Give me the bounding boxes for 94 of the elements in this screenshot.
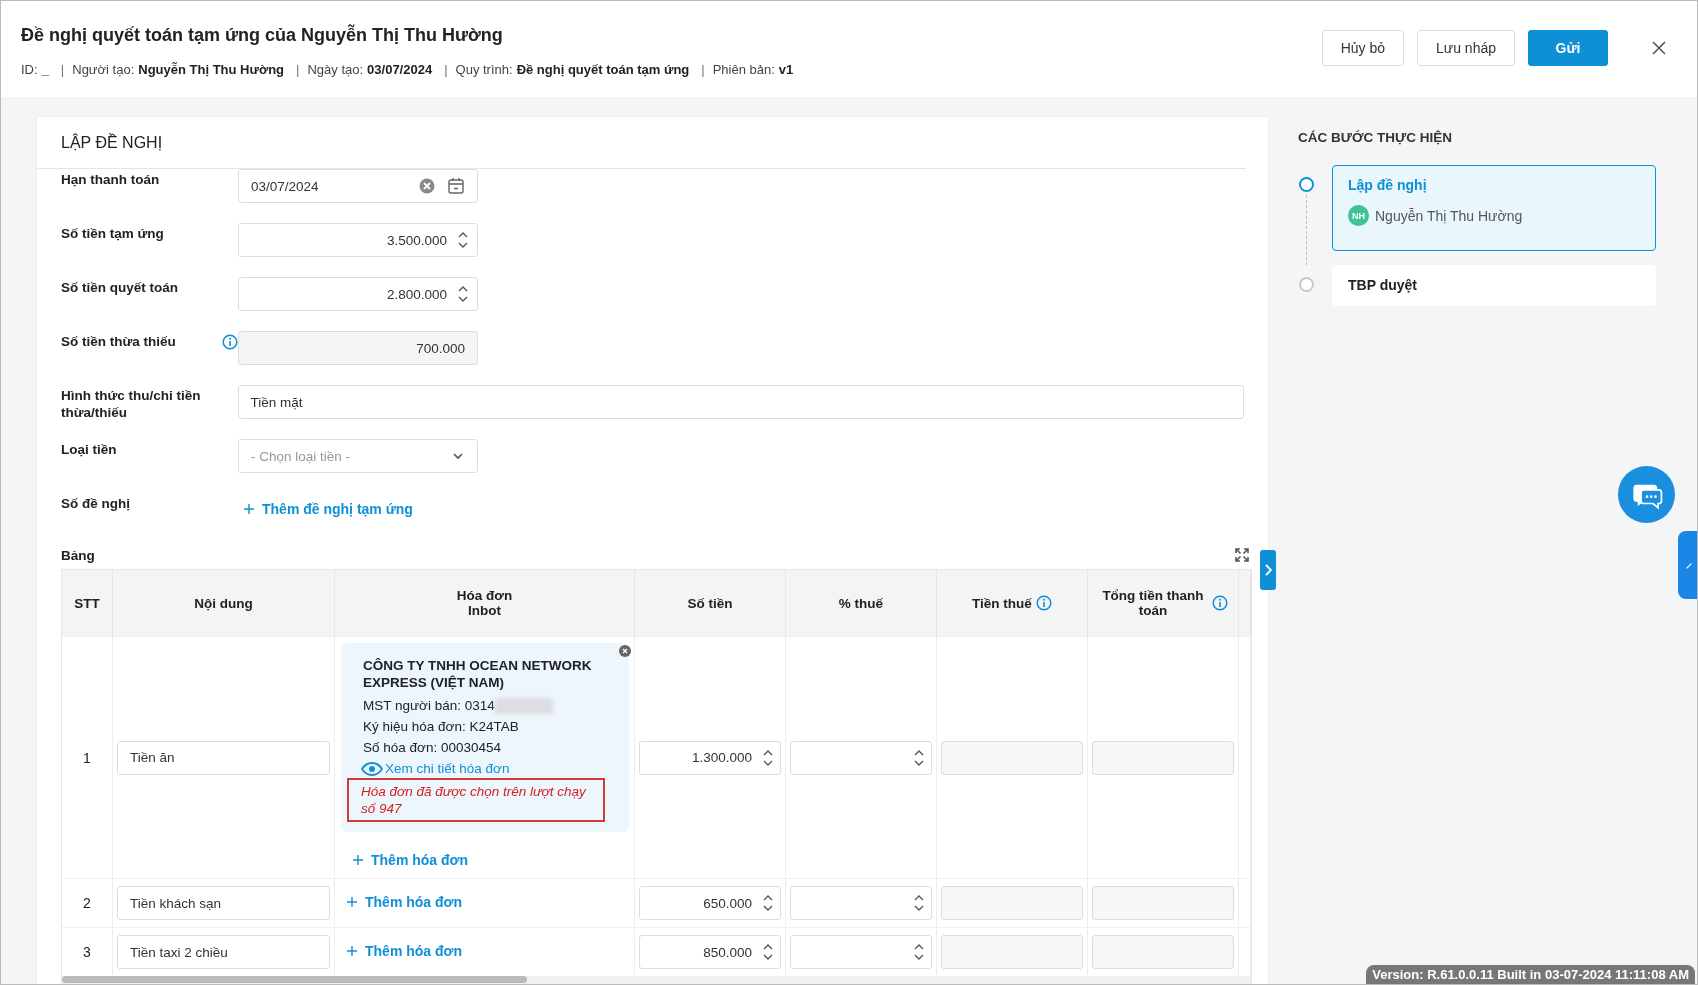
meta-label: Quy trình: [455, 62, 513, 77]
field-label: Số tiền quyết toán [61, 279, 178, 296]
tax-rate-field[interactable] [790, 740, 932, 775]
info-icon[interactable] [222, 334, 238, 350]
separator: | [444, 62, 448, 77]
separator: | [701, 62, 705, 77]
action-button[interactable]: Lưu nháp [1417, 30, 1515, 66]
close-icon[interactable] [1651, 40, 1667, 56]
text-field[interactable]: Tiền mặt [237, 385, 1244, 419]
invoice-symbol: Ký hiệu hóa đơn: K24TAB [363, 718, 520, 736]
amount-field[interactable]: 850.000 [639, 935, 781, 969]
tax-code: MST người bán: 0314 [363, 697, 495, 715]
avatar: NH [1348, 205, 1369, 226]
version-badge: Version: R.61.0.0.11 Built in 03-07-2024 11:11:08 AM [1366, 965, 1695, 984]
column-header: Tổng tiền thanh toán [1088, 570, 1239, 636]
meta-label: Phiên bản: [712, 62, 775, 77]
section-heading: LẬP ĐỀ NGHỊ [61, 133, 163, 152]
chevron-right-icon [1263, 563, 1273, 577]
meta-value: Đề nghị quyết toán tạm ứng [516, 62, 690, 77]
row-number: 2 [83, 895, 91, 911]
column-header: Hóa đơn Inbot [335, 570, 635, 636]
readonly-field: 700.000 [238, 331, 478, 365]
date-field[interactable]: 03/07/2024 [238, 169, 478, 203]
table-label: Bảng [61, 547, 95, 563]
meta-value: 03/07/2024 [367, 62, 433, 77]
field-label: Loại tiền [61, 441, 117, 458]
tax-rate-field[interactable] [790, 935, 932, 969]
row-number: 1 [83, 749, 91, 766]
plus-icon [353, 855, 363, 865]
expand-icon[interactable] [1234, 547, 1250, 563]
remove-icon[interactable] [619, 645, 631, 657]
spinner-icon[interactable] [457, 230, 469, 250]
info-icon[interactable] [1035, 595, 1052, 611]
action-button[interactable]: Hủy bỏ [1321, 30, 1404, 66]
tax-rate-field[interactable] [790, 886, 932, 920]
meta-label: ID: [21, 62, 38, 77]
assignee-name: Nguyễn Thị Thu Hường [1375, 207, 1523, 224]
page-title: Đề nghị quyết toán tạm ứng của Nguyễn Thị Thu Hường [21, 25, 504, 46]
spinner-icon[interactable] [913, 893, 925, 913]
column-header: Tiền thuế [937, 570, 1088, 636]
step-name: Lập đề nghị [1348, 177, 1428, 193]
number-field[interactable]: 3.500.000 [238, 223, 478, 257]
eye-icon[interactable] [361, 761, 383, 776]
chat-button[interactable] [1618, 466, 1675, 523]
scrollbar-thumb[interactable] [62, 976, 527, 983]
meta-label: Người tạo: [72, 62, 135, 77]
column-header: STT [62, 570, 113, 636]
redaction-blur [494, 697, 553, 714]
send-button[interactable]: Gửi [1528, 30, 1608, 66]
column-header: % thuế [786, 570, 937, 636]
invoice-number: Số hóa đơn: 00030454 [363, 739, 502, 757]
clear-icon[interactable] [419, 178, 435, 194]
plus-icon [244, 504, 254, 514]
spinner-icon[interactable] [762, 893, 774, 913]
amount-field[interactable]: 650.000 [639, 886, 781, 920]
column-header: Số tiền [635, 570, 786, 636]
spinner-icon[interactable] [457, 284, 469, 304]
meta-value: _ [41, 62, 49, 77]
field-label: Số đề nghị [61, 495, 130, 512]
calendar-icon[interactable] [447, 177, 465, 195]
add-invoice-link[interactable]: Thêm hóa đơn [341, 892, 469, 912]
spinner-icon[interactable] [913, 942, 925, 962]
content-field[interactable]: Tiền khách sạn [117, 886, 330, 920]
content-field[interactable]: Tiền ăn [117, 740, 330, 775]
step-card[interactable]: TBP duyệt [1332, 265, 1656, 306]
field-label: Hạn thanh toán [61, 171, 160, 188]
field-label: Số tiền tạm ứng [61, 225, 164, 242]
content-field[interactable]: Tiền taxi 2 chiều [117, 935, 330, 969]
plus-icon [347, 897, 357, 907]
spinner-icon[interactable] [762, 942, 774, 962]
row-number: 3 [83, 944, 91, 960]
number-field[interactable]: 2.800.000 [238, 277, 478, 311]
field-label: Số tiền thừa thiếu [61, 333, 176, 350]
add-invoice-link[interactable]: Thêm hóa đơn [347, 850, 475, 870]
pencil-icon [1685, 561, 1693, 570]
error-message: Hóa đơn đã được chọn trên lượt chạy số 947 [347, 778, 605, 822]
side-tab[interactable] [1678, 531, 1697, 599]
company-name: CÔNG TY TNHH OCEAN NETWORK EXPRESS (VIỆT NAM) [363, 657, 593, 691]
field-label: Hình thức thu/chi tiền thừa/thiếu [61, 387, 202, 421]
meta-value: v1 [778, 62, 794, 77]
add-link[interactable]: Thêm đề nghị tạm ứng [238, 493, 419, 525]
plus-icon [347, 946, 357, 956]
collapse-tab[interactable] [1260, 550, 1276, 590]
info-icon[interactable] [1212, 595, 1228, 611]
add-invoice-link[interactable]: Thêm hóa đơn [341, 941, 469, 961]
meta-label: Ngày tạo: [307, 62, 364, 77]
separator: | [296, 62, 300, 77]
meta-value: Nguyễn Thị Thu Hường [138, 62, 285, 77]
column-header: Nội dung [113, 570, 335, 636]
steps-heading: CÁC BƯỚC THỰC HIỆN [1298, 130, 1453, 145]
amount-field[interactable]: 1.300.000 [639, 740, 781, 775]
separator: | [60, 62, 65, 77]
step-name: TBP duyệt [1348, 277, 1418, 293]
step-card[interactable]: Lập đề nghị NH Nguyễn Thị Thu Hường [1332, 165, 1656, 251]
